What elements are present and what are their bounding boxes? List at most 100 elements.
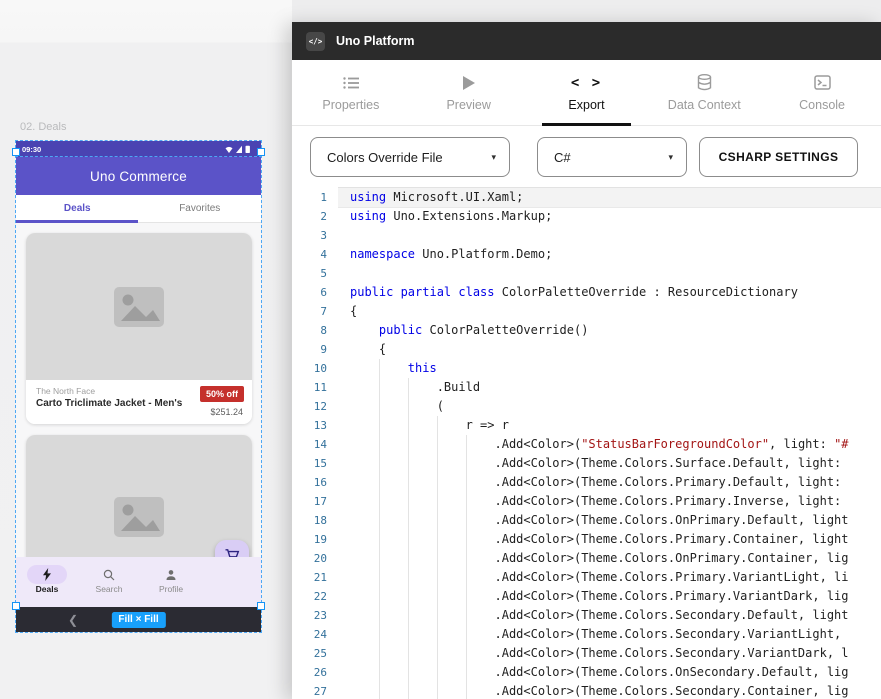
product-name: Carto Triclimate Jacket - Men's [36,398,182,409]
selection-handle[interactable] [257,602,265,610]
line-number[interactable]: 20 [292,552,338,565]
code-line[interactable]: 6public partial class ColorPaletteOverri… [292,283,881,302]
phone-tab-deals[interactable]: Deals [16,195,139,222]
selection-handle[interactable] [12,148,20,156]
nav-item-deals[interactable]: Deals [16,557,78,607]
nav-item-search[interactable]: Search [78,557,140,607]
line-number[interactable]: 13 [292,419,338,432]
line-number[interactable]: 24 [292,628,338,641]
line-number[interactable]: 12 [292,400,338,413]
line-number[interactable]: 22 [292,590,338,603]
line-number[interactable]: 25 [292,647,338,660]
line-number[interactable]: 19 [292,533,338,546]
line-number[interactable]: 6 [292,286,338,299]
file-dropdown[interactable]: Colors Override File ▾ [310,137,510,177]
line-number[interactable]: 2 [292,210,338,223]
indent-guide [437,644,438,663]
nav-item-profile[interactable]: Profile [140,557,202,607]
back-chevron-icon[interactable]: ❮ [68,613,78,627]
indent-guide [379,378,380,397]
code-line[interactable]: 14 .Add<Color>("StatusBarForegroundColor… [292,435,881,454]
phone-frame[interactable]: 09:30 Uno Commerce Deals Favorites [16,141,261,607]
csharp-settings-button[interactable]: CSHARP SETTINGS [699,137,858,177]
line-number[interactable]: 21 [292,571,338,584]
indent-guide [379,663,380,682]
frame-name-label[interactable]: 02. Deals [20,121,66,133]
code-line[interactable]: 5 [292,264,881,283]
code-line[interactable]: 12 ( [292,397,881,416]
code-line[interactable]: 19 .Add<Color>(Theme.Colors.Primary.Cont… [292,530,881,549]
code-brackets-icon: < > [571,74,602,92]
tab-console[interactable]: Console [763,60,881,125]
tab-data-context[interactable]: Data Context [645,60,763,125]
line-number[interactable]: 27 [292,685,338,698]
line-number[interactable]: 1 [292,191,338,204]
code-text: .Add<Color>(Theme.Colors.Primary.Variant… [338,587,881,606]
code-line[interactable]: 15 .Add<Color>(Theme.Colors.Surface.Defa… [292,454,881,473]
line-number[interactable]: 11 [292,381,338,394]
code-line[interactable]: 23 .Add<Color>(Theme.Colors.Secondary.De… [292,606,881,625]
indent-guide [408,606,409,625]
tab-preview[interactable]: Preview [410,60,528,125]
status-icons [225,145,255,154]
bolt-icon [42,568,52,581]
selection-handle[interactable] [257,148,265,156]
indent-guide [408,378,409,397]
code-line[interactable]: 8 public ColorPaletteOverride() [292,321,881,340]
line-number[interactable]: 17 [292,495,338,508]
code-text: .Add<Color>(Theme.Colors.Primary.Default… [338,473,881,492]
code-line[interactable]: 20 .Add<Color>(Theme.Colors.OnPrimary.Co… [292,549,881,568]
discount-badge: 50% off [200,386,244,402]
code-text: .Build [338,378,881,397]
indent-guide [437,606,438,625]
indent-guide [466,644,467,663]
code-line[interactable]: 7{ [292,302,881,321]
code-line[interactable]: 25 .Add<Color>(Theme.Colors.Secondary.Va… [292,644,881,663]
code-line[interactable]: 2using Uno.Extensions.Markup; [292,207,881,226]
code-line[interactable]: 10 this [292,359,881,378]
code-line[interactable]: 21 .Add<Color>(Theme.Colors.Primary.Vari… [292,568,881,587]
line-number[interactable]: 10 [292,362,338,375]
line-number[interactable]: 7 [292,305,338,318]
code-line[interactable]: 18 .Add<Color>(Theme.Colors.OnPrimary.De… [292,511,881,530]
code-line[interactable]: 22 .Add<Color>(Theme.Colors.Primary.Vari… [292,587,881,606]
phone-tab-bar: Deals Favorites [16,195,261,223]
tab-export[interactable]: < > Export [528,60,646,125]
line-number[interactable]: 15 [292,457,338,470]
panel-header[interactable]: </> Uno Platform [292,22,881,60]
code-line[interactable]: 1using Microsoft.UI.Xaml; [292,188,881,207]
product-card[interactable]: The North Face Carto Triclimate Jacket -… [26,233,252,424]
line-number[interactable]: 8 [292,324,338,337]
line-number[interactable]: 14 [292,438,338,451]
indent-guide [379,625,380,644]
code-line[interactable]: 16 .Add<Color>(Theme.Colors.Primary.Defa… [292,473,881,492]
image-placeholder-icon [113,496,165,538]
code-line[interactable]: 4namespace Uno.Platform.Demo; [292,245,881,264]
line-number[interactable]: 18 [292,514,338,527]
code-text: .Add<Color>(Theme.Colors.Surface.Default… [338,454,881,473]
indent-guide [408,492,409,511]
phone-tab-favorites[interactable]: Favorites [139,195,262,222]
language-dropdown[interactable]: C# ▾ [537,137,687,177]
code-line[interactable]: 11 .Build [292,378,881,397]
code-line[interactable]: 13 r => r [292,416,881,435]
code-editor[interactable]: 1using Microsoft.UI.Xaml;2using Uno.Exte… [292,186,881,699]
selection-handle[interactable] [12,602,20,610]
code-line[interactable]: 24 .Add<Color>(Theme.Colors.Secondary.Va… [292,625,881,644]
line-number[interactable]: 23 [292,609,338,622]
code-line[interactable]: 9 { [292,340,881,359]
line-number[interactable]: 16 [292,476,338,489]
code-line[interactable]: 3 [292,226,881,245]
figma-canvas[interactable]: 02. Deals 09:30 Uno Commerce Deals [0,0,292,699]
line-number[interactable]: 9 [292,343,338,356]
line-number[interactable]: 5 [292,267,338,280]
line-number[interactable]: 3 [292,229,338,242]
code-line[interactable]: 17 .Add<Color>(Theme.Colors.Primary.Inve… [292,492,881,511]
selection-inner-line [15,156,262,157]
code-text: .Add<Color>(Theme.Colors.Primary.Inverse… [338,492,881,511]
tab-properties[interactable]: Properties [292,60,410,125]
line-number[interactable]: 4 [292,248,338,261]
line-number[interactable]: 26 [292,666,338,679]
code-line[interactable]: 26 .Add<Color>(Theme.Colors.OnSecondary.… [292,663,881,682]
code-line[interactable]: 27 .Add<Color>(Theme.Colors.Secondary.Co… [292,682,881,699]
